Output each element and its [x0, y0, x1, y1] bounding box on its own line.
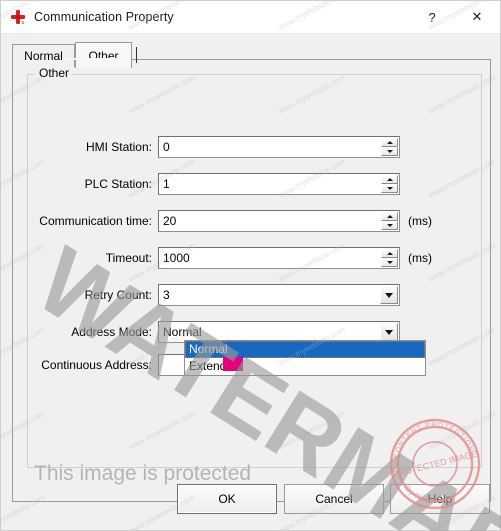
tab-other[interactable]: Other [75, 42, 132, 68]
tab-normal[interactable]: Normal [12, 44, 75, 67]
address-mode-value: Normal [163, 325, 202, 339]
tab-strip: Normal Other [12, 42, 491, 68]
row-hmi-station: HMI Station: [27, 136, 467, 158]
address-mode-label: Address Mode: [71, 325, 152, 339]
spinner-down-icon[interactable] [381, 184, 398, 193]
timeout-input[interactable] [159, 248, 399, 268]
communication-time-unit: (ms) [408, 214, 432, 228]
communication-time-input[interactable] [159, 211, 399, 231]
spinner-up-icon[interactable] [381, 249, 398, 258]
retry-count-value: 3 [163, 288, 170, 302]
continuous-address-label: Continuous Address: [41, 358, 152, 372]
spinner-down-icon[interactable] [381, 147, 398, 156]
timeout-field[interactable] [158, 247, 400, 269]
hmi-station-field[interactable] [158, 136, 400, 158]
plc-station-input[interactable] [159, 174, 399, 194]
communication-time-spinner[interactable] [381, 212, 398, 230]
plc-station-spinner[interactable] [381, 175, 398, 193]
app-cross-icon: s [9, 8, 27, 26]
timeout-spinner[interactable] [381, 249, 398, 267]
spinner-up-icon[interactable] [381, 175, 398, 184]
dialog-button-bar: OK Cancel Help [1, 472, 500, 530]
hmi-station-input[interactable] [159, 137, 399, 157]
row-communication-time: Communication time: (ms) [27, 210, 467, 232]
title-bar: s Communication Property ? ✕ [1, 1, 500, 34]
ok-button[interactable]: OK [177, 484, 277, 514]
spinner-down-icon[interactable] [381, 258, 398, 267]
tab-focus-caret [136, 47, 137, 63]
titlebar-help-button[interactable]: ? [410, 2, 454, 33]
plc-station-label: PLC Station: [84, 177, 152, 191]
dropdown-option-extend[interactable]: Extend [185, 358, 425, 375]
plc-station-field[interactable] [158, 173, 400, 195]
window-title: Communication Property [34, 10, 174, 24]
cancel-button[interactable]: Cancel [284, 484, 384, 514]
spinner-up-icon[interactable] [381, 212, 398, 221]
retry-count-label: Retry Count: [84, 288, 152, 302]
timeout-label: Timeout: [105, 251, 152, 265]
address-mode-dropdown-list[interactable]: Normal Extend [184, 340, 426, 376]
chevron-down-icon[interactable] [380, 286, 398, 304]
chevron-down-icon[interactable] [380, 323, 398, 341]
help-button[interactable]: Help [390, 484, 490, 514]
other-group-box [27, 74, 482, 468]
spinner-up-icon[interactable] [381, 138, 398, 147]
row-retry-count: Retry Count: 3 [27, 284, 467, 306]
retry-count-combobox[interactable]: 3 [158, 284, 400, 306]
communication-property-dialog: s Communication Property ? ✕ Normal Othe… [0, 0, 501, 531]
dialog-client-area: Normal Other Other HMI Station: PLC Stat… [1, 34, 500, 530]
timeout-unit: (ms) [408, 251, 432, 265]
hmi-station-label: HMI Station: [85, 140, 152, 154]
close-icon[interactable]: ✕ [454, 2, 500, 33]
communication-time-label: Communication time: [39, 214, 152, 228]
row-plc-station: PLC Station: [27, 173, 467, 195]
communication-time-field[interactable] [158, 210, 400, 232]
magenta-cursor-artifact [223, 357, 243, 371]
group-box-label: Other [35, 66, 74, 80]
dropdown-option-normal[interactable]: Normal [185, 341, 425, 358]
tab-panel-merge [65, 58, 120, 60]
hmi-station-spinner[interactable] [381, 138, 398, 156]
spinner-down-icon[interactable] [381, 221, 398, 230]
svg-text:s: s [22, 20, 25, 26]
row-timeout: Timeout: (ms) [27, 247, 467, 269]
